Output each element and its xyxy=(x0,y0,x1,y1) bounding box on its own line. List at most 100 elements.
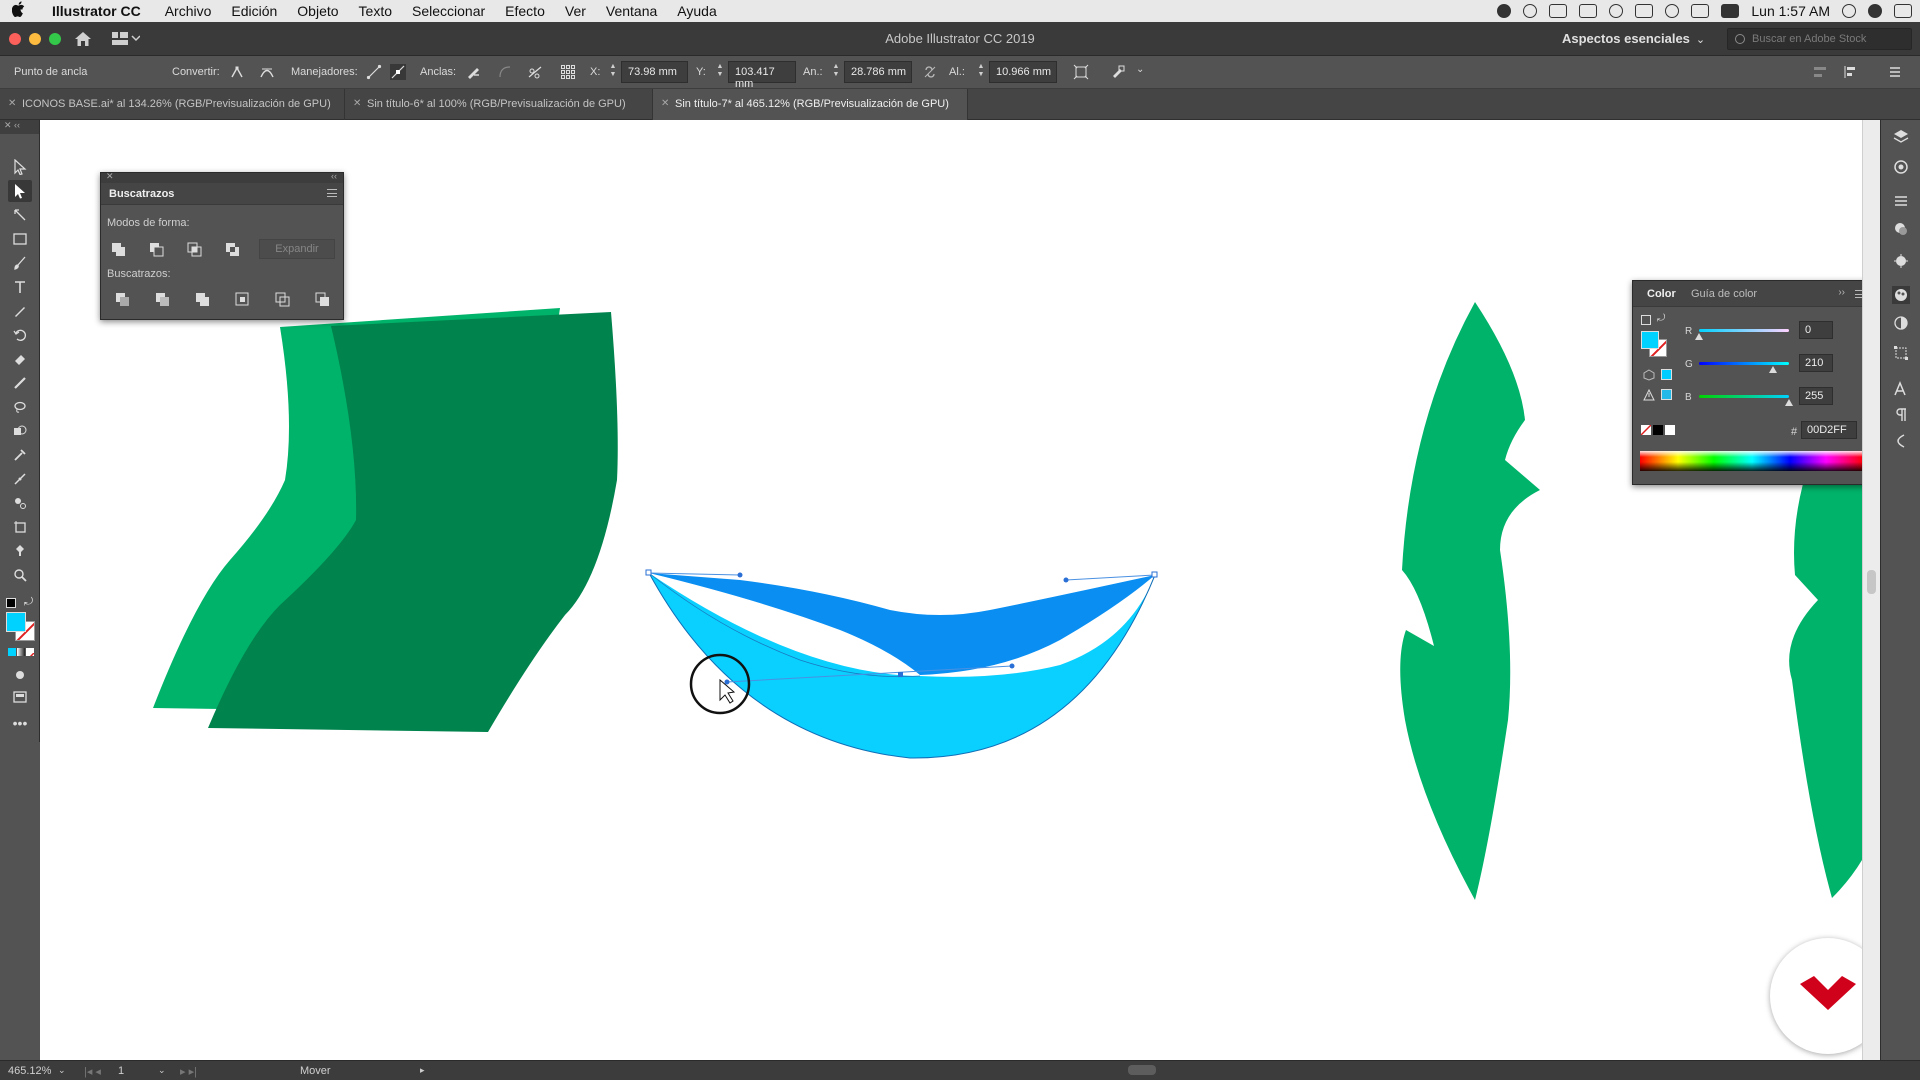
paintbrush-tool[interactable] xyxy=(8,252,32,274)
tab-iconos-base[interactable]: ✕ ICONOS BASE.ai* al 134.26% (RGB/Previs… xyxy=(0,89,345,120)
out-of-gamut-warning-icon[interactable] xyxy=(1643,389,1655,401)
width-stepper-icon[interactable]: ▲ ▼ xyxy=(832,63,840,81)
panel-menu-icon[interactable] xyxy=(1855,290,1862,298)
height-stepper-icon[interactable]: ▲ ▼ xyxy=(977,63,985,81)
out-of-web-gamut-icon[interactable] xyxy=(1643,369,1655,381)
transparency-icon[interactable] xyxy=(1892,314,1910,332)
artboard[interactable]: ✕ ‹‹ Buscatrazos Modos de forma: Expandir… xyxy=(40,120,1862,1060)
sync-icon[interactable] xyxy=(1609,4,1624,18)
expand-button[interactable]: Expandir xyxy=(259,239,335,259)
close-tab-icon[interactable]: ✕ xyxy=(353,98,361,109)
layers-icon[interactable] xyxy=(1892,128,1910,146)
green-leaf-shape[interactable] xyxy=(1400,302,1540,900)
menu-archivo[interactable]: Archivo xyxy=(155,3,222,19)
edit-toolbar-icon[interactable]: ••• xyxy=(8,712,32,734)
anchor-point-right[interactable] xyxy=(1151,571,1158,578)
artboard-number[interactable]: 1 xyxy=(118,1065,124,1077)
none-mode-icon[interactable] xyxy=(26,648,34,656)
divide-icon[interactable] xyxy=(113,290,133,308)
color-mode-icon[interactable] xyxy=(8,648,16,656)
zoom-level[interactable]: 465.12% xyxy=(8,1065,51,1077)
eyedropper-tool[interactable] xyxy=(8,444,32,466)
collapse-panel-icon[interactable]: ›› xyxy=(1838,287,1845,298)
r-slider[interactable] xyxy=(1699,329,1789,332)
group-selection-tool[interactable] xyxy=(8,204,32,226)
anchor-point-bottom-selected[interactable] xyxy=(898,672,903,677)
close-panel-icon[interactable]: ✕ xyxy=(106,171,114,182)
rectangle-tool[interactable] xyxy=(8,228,32,250)
hand-tool[interactable] xyxy=(8,540,32,562)
exclude-icon[interactable] xyxy=(223,240,243,258)
screen-mode-tool[interactable] xyxy=(8,686,32,708)
menu-ver[interactable]: Ver xyxy=(555,3,596,19)
r-slider-knob[interactable] xyxy=(1695,333,1703,340)
select-similar-icon[interactable] xyxy=(1110,64,1126,80)
b-slider-knob[interactable] xyxy=(1785,399,1793,406)
convert-to-corner-icon[interactable] xyxy=(229,64,245,80)
anchor-point-left[interactable] xyxy=(645,569,652,576)
convert-to-smooth-icon[interactable] xyxy=(259,64,275,80)
color-spectrum-bar[interactable] xyxy=(1640,451,1862,471)
status-menu-arrow-icon[interactable]: ▸ xyxy=(420,1065,425,1076)
unite-icon[interactable] xyxy=(109,240,129,258)
handle-point-bottom-left[interactable] xyxy=(724,679,730,685)
battery-icon[interactable] xyxy=(1721,4,1740,18)
gamut-swatch[interactable] xyxy=(1661,389,1672,400)
lasso-tool[interactable] xyxy=(8,396,32,418)
menu-edicion[interactable]: Edición xyxy=(221,3,287,19)
wifi-icon[interactable] xyxy=(1665,4,1680,18)
libraries-icon[interactable] xyxy=(1892,158,1910,176)
trim-icon[interactable] xyxy=(153,290,173,308)
artboard-nav-first-icon[interactable]: |◂ ◂ xyxy=(84,1065,101,1078)
spotlight-search-icon[interactable] xyxy=(1842,4,1856,18)
control-bar-menu-icon[interactable] xyxy=(1887,64,1903,80)
handle-point-left-top[interactable] xyxy=(737,572,743,578)
b-value-input[interactable]: 255 xyxy=(1799,387,1833,405)
artboard-nav-last-icon[interactable]: ▸ ▸| xyxy=(180,1065,197,1078)
y-input[interactable]: 103.417 mm xyxy=(728,61,796,90)
x-stepper-icon[interactable]: ▲ ▼ xyxy=(609,63,617,81)
outline-icon[interactable] xyxy=(273,290,293,308)
draw-mode-tool[interactable] xyxy=(8,664,32,686)
default-colors-icon[interactable] xyxy=(1641,315,1651,325)
blend-tool[interactable] xyxy=(8,468,32,490)
collapse-panel-icon[interactable]: ‹‹ xyxy=(331,171,337,181)
opentype-icon[interactable] xyxy=(1892,432,1910,450)
height-input[interactable]: 10.966 mm xyxy=(989,61,1057,83)
zoom-tool[interactable] xyxy=(8,564,32,586)
web-safe-swatch[interactable] xyxy=(1661,369,1672,380)
vertical-scroll-thumb[interactable] xyxy=(1867,570,1876,594)
color-panel-icon[interactable] xyxy=(1892,286,1910,304)
swap-colors-icon[interactable]: ⤾ xyxy=(24,596,33,609)
cut-path-icon[interactable] xyxy=(527,64,543,80)
menubar-clock[interactable]: Lun 1:57 AM xyxy=(1751,3,1830,19)
type-tool[interactable] xyxy=(8,276,32,298)
merge-icon[interactable] xyxy=(193,290,213,308)
fill-swatch[interactable] xyxy=(6,612,26,632)
tools-panel-header[interactable]: ✕ ‹‹ xyxy=(0,120,39,134)
menu-objeto[interactable]: Objeto xyxy=(287,3,348,19)
menu-texto[interactable]: Texto xyxy=(349,3,402,19)
artboard-tool[interactable] xyxy=(8,516,32,538)
isolate-object-icon[interactable] xyxy=(1073,64,1089,80)
siri-icon[interactable] xyxy=(1868,4,1882,18)
menu-ventana[interactable]: Ventana xyxy=(596,3,667,19)
vertical-scrollbar[interactable] xyxy=(1862,120,1880,1060)
g-slider[interactable] xyxy=(1699,362,1789,365)
handle-point-right-top[interactable] xyxy=(1063,577,1069,583)
none-swatch[interactable] xyxy=(1641,425,1651,435)
constrain-proportions-icon[interactable] xyxy=(922,64,938,80)
y-stepper-icon[interactable]: ▲ ▼ xyxy=(716,63,724,81)
color-tab[interactable]: Color xyxy=(1647,288,1676,300)
symbol-sprayer-tool[interactable] xyxy=(8,492,32,514)
menu-seleccionar[interactable]: Seleccionar xyxy=(402,3,495,19)
horizontal-scroll-thumb[interactable] xyxy=(1128,1065,1156,1075)
record-status-icon[interactable] xyxy=(1497,4,1512,18)
g-slider-knob[interactable] xyxy=(1769,366,1777,373)
align-panel-icon[interactable] xyxy=(1812,64,1828,80)
panel-fill-swatch[interactable] xyxy=(1641,331,1659,349)
width-input[interactable]: 28.786 mm xyxy=(844,61,912,83)
minus-back-icon[interactable] xyxy=(313,290,333,308)
default-colors-icon[interactable] xyxy=(6,598,16,608)
creative-cloud-icon[interactable] xyxy=(1523,4,1538,18)
